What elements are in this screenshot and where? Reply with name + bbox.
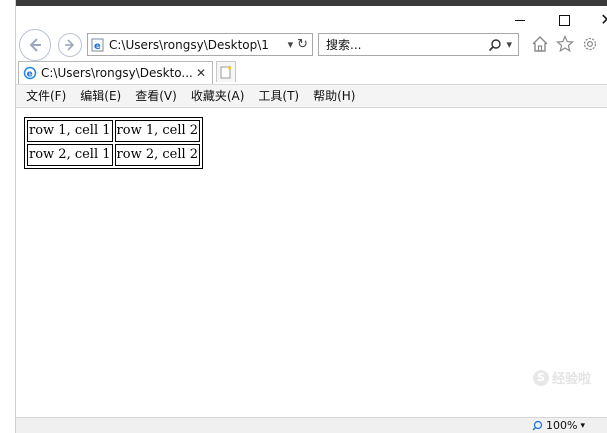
zoom-icon [532, 420, 543, 431]
close-button[interactable]: ✕ [592, 8, 607, 32]
table-row: row 2, cell 1 row 2, cell 2 [27, 144, 201, 166]
search-icon[interactable] [488, 38, 502, 52]
address-dropdown-icon[interactable]: ▾ [288, 38, 294, 51]
search-input[interactable]: 搜索... [319, 36, 488, 53]
gear-icon [583, 37, 597, 51]
maximize-button[interactable] [549, 8, 579, 32]
status-bar: 100% ▾ [16, 417, 607, 433]
table-cell: row 2, cell 2 [114, 144, 201, 166]
forward-button[interactable] [58, 33, 82, 57]
tools-button[interactable] [580, 34, 600, 54]
svg-text:e: e [94, 41, 101, 52]
tab-title: C:\Users\rongsy\Deskto... [41, 66, 193, 80]
browser-window: ✕ e C:\Users\rongsy\Desktop\1 ▾ ↻ 搜索... [0, 0, 607, 433]
watermark: S 经验啦 [532, 368, 591, 387]
maximize-icon [558, 14, 570, 26]
menu-tools[interactable]: 工具(T) [251, 85, 306, 107]
watermark-logo-icon: S [532, 369, 549, 386]
forward-arrow-icon [65, 39, 75, 51]
table-row: row 1, cell 1 row 1, cell 2 [27, 120, 201, 142]
zoom-dropdown-icon[interactable]: ▾ [580, 421, 585, 431]
table-cell: row 1, cell 1 [27, 120, 113, 142]
tab-ie-icon: e [23, 66, 37, 80]
tab-current[interactable]: e C:\Users\rongsy\Deskto... ✕ [18, 61, 213, 84]
home-button[interactable] [530, 34, 550, 54]
ie-page-icon: e [91, 38, 105, 52]
refresh-icon[interactable]: ↻ [297, 37, 308, 52]
home-icon [532, 36, 548, 52]
search-box[interactable]: 搜索... ▾ [318, 33, 519, 56]
back-button[interactable] [19, 29, 51, 61]
new-tab-icon [220, 65, 232, 79]
zoom-control[interactable]: 100% ▾ [532, 419, 585, 432]
menu-favorites[interactable]: 收藏夹(A) [184, 85, 252, 107]
table-cell: row 1, cell 2 [114, 120, 201, 142]
minimize-button[interactable] [505, 8, 535, 32]
window-top-border [0, 0, 607, 6]
menu-file[interactable]: 文件(F) [19, 85, 73, 107]
address-input[interactable]: C:\Users\rongsy\Desktop\1 [109, 38, 288, 52]
favorites-button[interactable] [555, 34, 575, 54]
star-icon [556, 35, 574, 53]
close-icon: ✕ [600, 10, 607, 29]
menu-edit[interactable]: 编辑(E) [73, 85, 128, 107]
page-content: row 1, cell 1 row 1, cell 2 row 2, cell … [16, 108, 607, 417]
zoom-level: 100% [546, 419, 578, 432]
desktop-edge [0, 0, 16, 433]
menu-view[interactable]: 查看(V) [128, 85, 184, 107]
table-cell: row 2, cell 1 [27, 144, 113, 166]
menu-help[interactable]: 帮助(H) [306, 85, 362, 107]
new-tab-button[interactable] [216, 61, 236, 82]
html-table: row 1, cell 1 row 1, cell 2 row 2, cell … [24, 117, 204, 169]
minimize-icon [515, 19, 525, 21]
address-bar[interactable]: e C:\Users\rongsy\Desktop\1 ▾ ↻ [87, 33, 313, 56]
tab-close-icon[interactable]: ✕ [194, 66, 208, 80]
watermark-text: 经验啦 [551, 372, 591, 387]
back-arrow-icon [29, 38, 41, 52]
svg-text:e: e [27, 70, 33, 80]
search-dropdown-icon[interactable]: ▾ [506, 38, 512, 51]
menu-bar: 文件(F) 编辑(E) 查看(V) 收藏夹(A) 工具(T) 帮助(H) [16, 84, 607, 108]
